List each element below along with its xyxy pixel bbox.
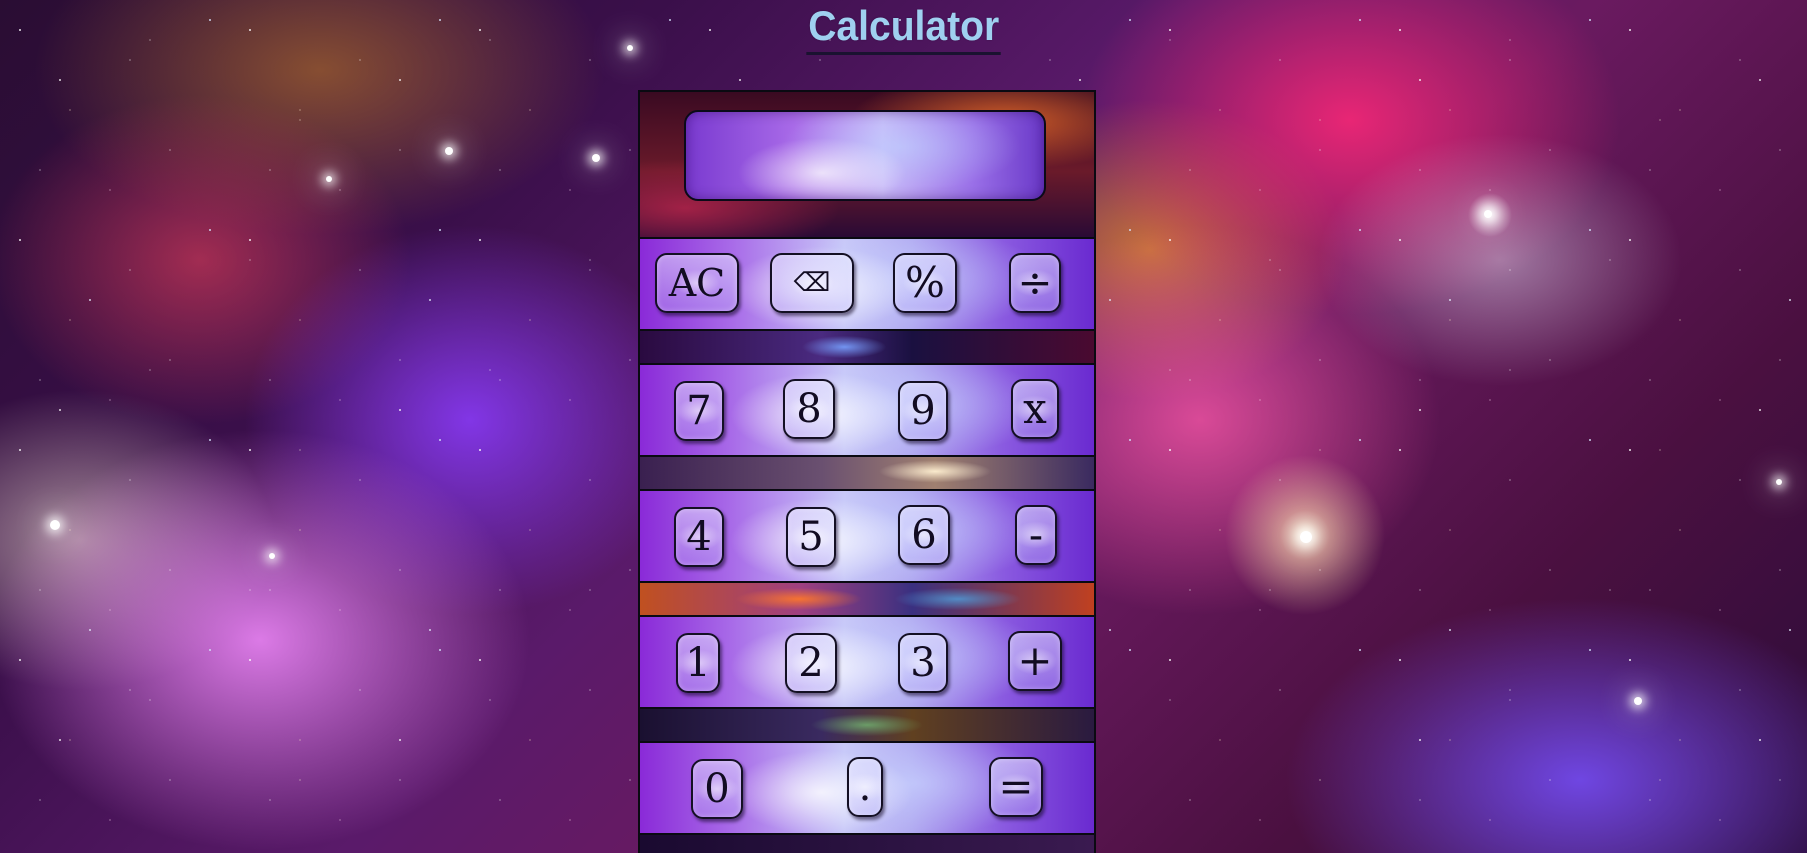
- divide-button[interactable]: ÷: [1009, 253, 1061, 313]
- subtract-button[interactable]: -: [1015, 505, 1057, 565]
- row-separator: [640, 583, 1094, 615]
- add-button[interactable]: +: [1008, 631, 1062, 691]
- backspace-button[interactable]: ⌫: [770, 253, 854, 313]
- digit-7-button[interactable]: 7: [674, 381, 724, 441]
- keypad-row-5: 0 . =: [640, 741, 1094, 835]
- digit-8-button[interactable]: 8: [783, 379, 835, 439]
- display-band: [640, 92, 1094, 237]
- row-separator: [640, 709, 1094, 741]
- multiply-button[interactable]: x: [1011, 379, 1059, 439]
- digit-6-button[interactable]: 6: [898, 505, 950, 565]
- page-title-wrapper: Calculator: [0, 2, 1807, 55]
- star-flare: [1300, 531, 1312, 543]
- digit-1-button[interactable]: 1: [676, 633, 720, 693]
- star-flare: [445, 147, 453, 155]
- calculator: AC ⌫ % ÷ 7 8 9 x 4 5 6 - 1 2 3 + 0 . =: [638, 90, 1096, 853]
- star-flare: [326, 176, 332, 182]
- star-flare: [1776, 479, 1782, 485]
- digit-5-button[interactable]: 5: [786, 507, 836, 567]
- star-flare: [50, 520, 60, 530]
- row-separator: [640, 457, 1094, 489]
- star-flare: [1484, 210, 1492, 218]
- keypad-row-1: AC ⌫ % ÷: [640, 237, 1094, 331]
- percent-button[interactable]: %: [893, 253, 957, 313]
- digit-9-button[interactable]: 9: [898, 381, 948, 441]
- keypad-row-4: 1 2 3 +: [640, 615, 1094, 709]
- digit-2-button[interactable]: 2: [785, 633, 837, 693]
- star-flare: [592, 154, 600, 162]
- calculator-display: [684, 110, 1046, 201]
- row-separator: [640, 835, 1094, 853]
- page-title: Calculator: [806, 2, 1001, 55]
- row-separator: [640, 331, 1094, 363]
- clear-button[interactable]: AC: [655, 253, 739, 313]
- digit-0-button[interactable]: 0: [691, 759, 743, 819]
- digit-4-button[interactable]: 4: [674, 507, 724, 567]
- star-flare: [1634, 697, 1642, 705]
- decimal-button[interactable]: .: [847, 757, 883, 817]
- keypad-row-3: 4 5 6 -: [640, 489, 1094, 583]
- equals-button[interactable]: =: [989, 757, 1043, 817]
- digit-3-button[interactable]: 3: [898, 633, 948, 693]
- keypad-row-2: 7 8 9 x: [640, 363, 1094, 457]
- star-flare: [269, 553, 275, 559]
